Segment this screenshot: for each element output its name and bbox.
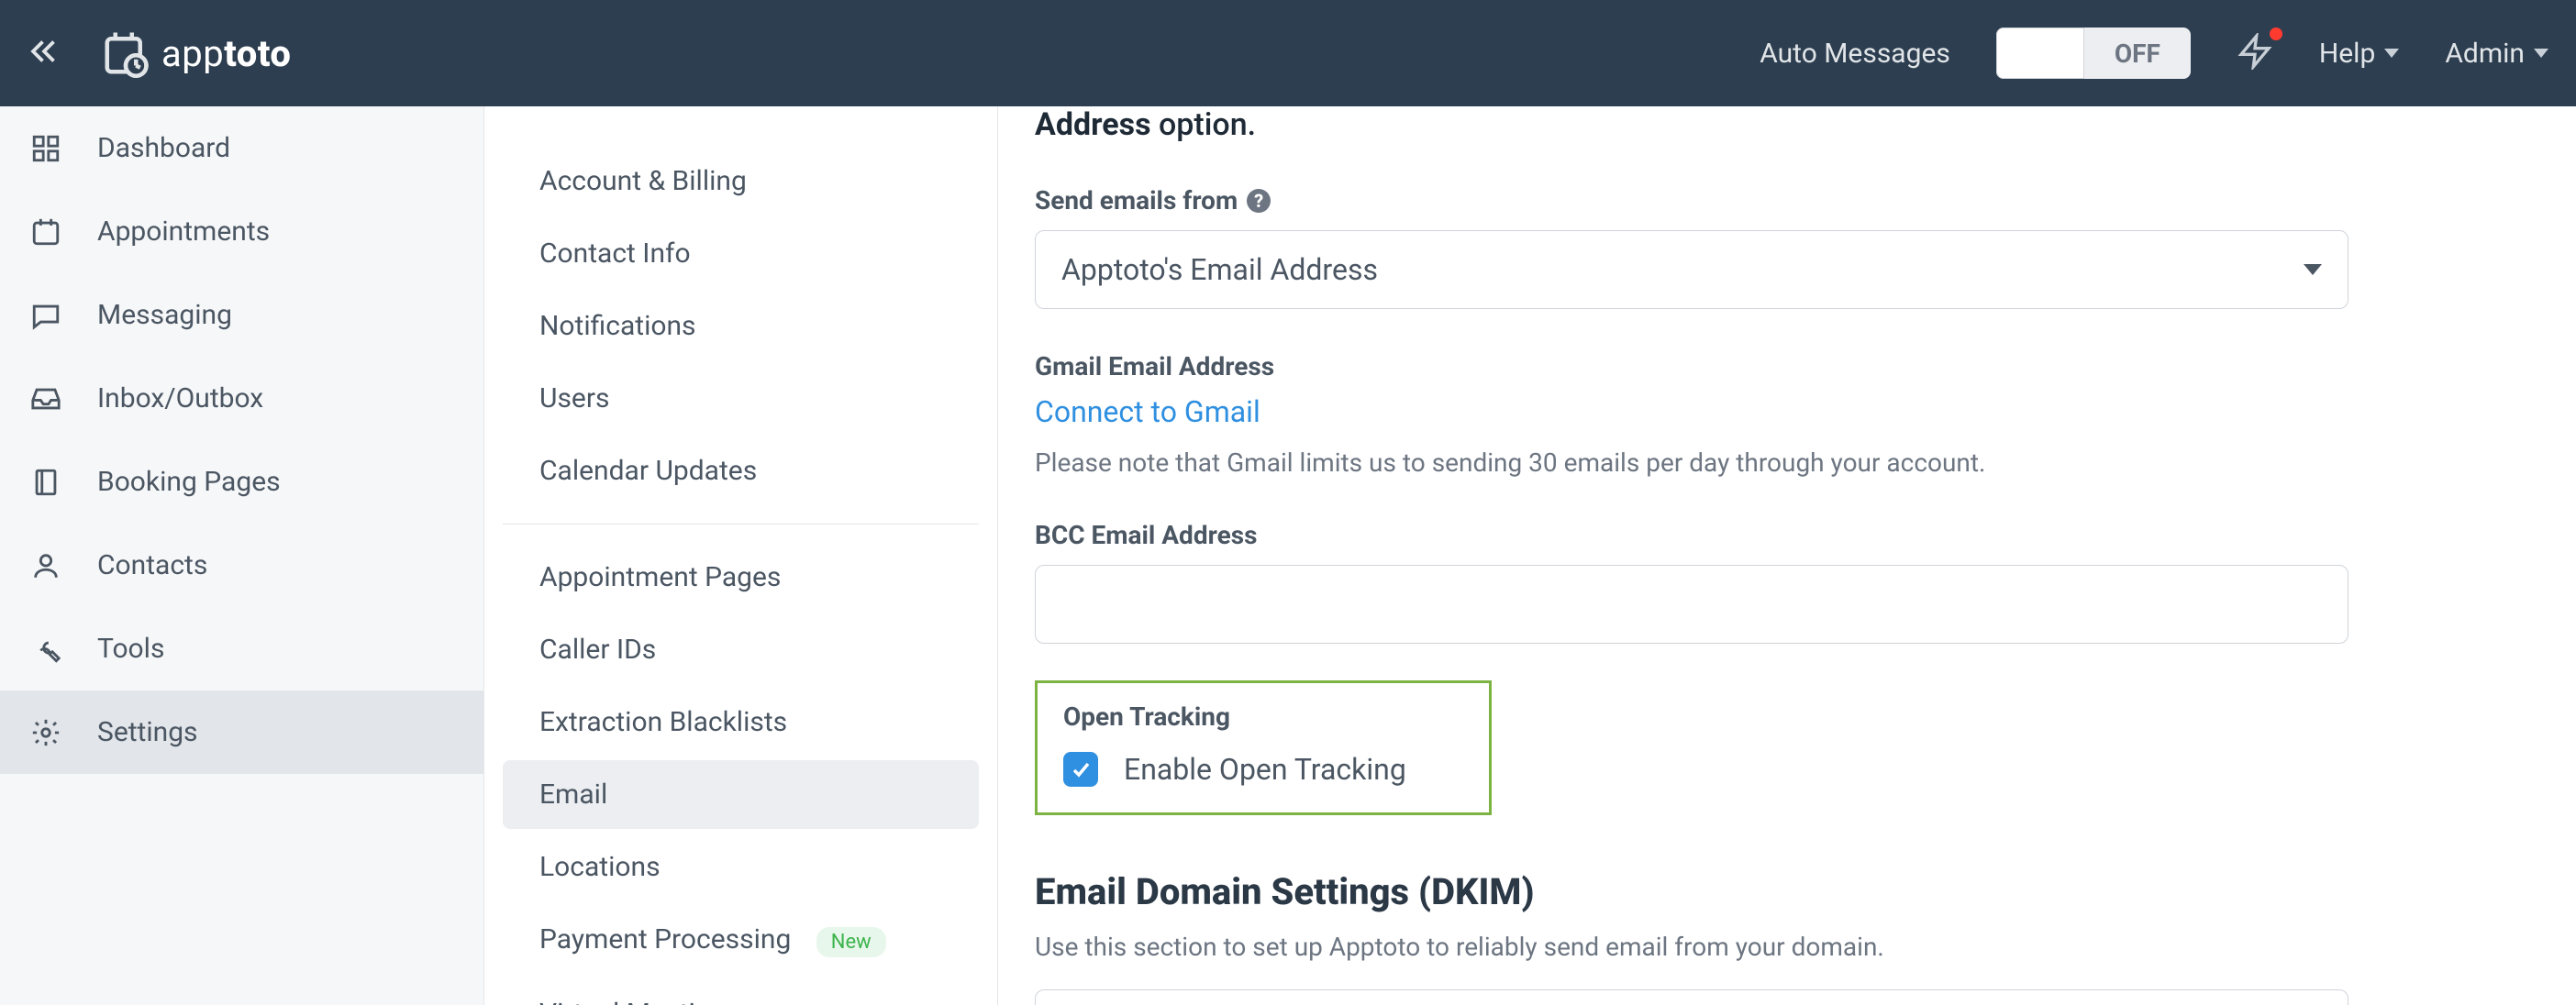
user-icon bbox=[28, 550, 64, 581]
message-icon bbox=[28, 300, 64, 331]
enable-open-tracking-checkbox[interactable] bbox=[1063, 752, 1098, 787]
bcc-email-label: BCC Email Address bbox=[1035, 520, 2539, 550]
sidebar-item-inbox-outbox[interactable]: Inbox/Outbox bbox=[0, 357, 483, 440]
gmail-address-label: Gmail Email Address bbox=[1035, 351, 2539, 381]
sidebar-item-tools[interactable]: Tools bbox=[0, 607, 483, 690]
connect-to-gmail-link[interactable]: Connect to Gmail bbox=[1035, 394, 1260, 429]
table-header-row: Domain State bbox=[1036, 990, 2348, 1005]
sidebar-item-label: Dashboard bbox=[97, 132, 230, 164]
toggle-off-label: OFF bbox=[2084, 39, 2191, 69]
select-value: Apptoto's Email Address bbox=[1061, 252, 1378, 287]
sidebar-item-appointments[interactable]: Appointments bbox=[0, 190, 483, 273]
sidebar-item-label: Booking Pages bbox=[97, 466, 281, 498]
subnav-virtual-meetings[interactable]: Virtual Meetings bbox=[503, 979, 979, 1005]
gmail-limit-note: Please note that Gmail limits us to send… bbox=[1035, 447, 2539, 478]
chevron-down-icon bbox=[2304, 264, 2322, 275]
subnav-caller-ids[interactable]: Caller IDs bbox=[503, 615, 979, 684]
caret-down-icon bbox=[2534, 49, 2548, 58]
notifications-bolt-button[interactable] bbox=[2237, 33, 2273, 73]
sidebar-item-booking-pages[interactable]: Booking Pages bbox=[0, 440, 483, 524]
dkim-note: Use this section to set up Apptoto to re… bbox=[1035, 932, 2539, 962]
new-badge: New bbox=[816, 927, 886, 957]
calendar-icon bbox=[28, 216, 64, 248]
grid-icon bbox=[28, 133, 64, 164]
subnav-appointment-pages[interactable]: Appointment Pages bbox=[503, 543, 979, 612]
caret-down-icon bbox=[2384, 49, 2399, 58]
notification-dot-icon bbox=[2270, 28, 2282, 40]
sidebar-item-label: Inbox/Outbox bbox=[97, 382, 263, 414]
sidebar-item-label: Messaging bbox=[97, 299, 232, 331]
subnav-divider bbox=[503, 524, 979, 525]
primary-sidebar: Dashboard Appointments Messaging Inbox/O… bbox=[0, 106, 484, 1005]
sidebar-item-label: Tools bbox=[97, 633, 164, 665]
sidebar-item-label: Appointments bbox=[97, 215, 270, 248]
admin-menu[interactable]: Admin bbox=[2445, 38, 2548, 70]
sidebar-item-label: Settings bbox=[97, 716, 198, 748]
book-icon bbox=[28, 467, 64, 498]
open-tracking-highlight-box: Open Tracking Enable Open Tracking bbox=[1035, 680, 1492, 815]
auto-messages-toggle[interactable]: OFF bbox=[1996, 28, 2191, 79]
subnav-locations[interactable]: Locations bbox=[503, 833, 979, 901]
help-icon[interactable]: ? bbox=[1247, 189, 1271, 213]
sidebar-item-contacts[interactable]: Contacts bbox=[0, 524, 483, 607]
calendar-clock-icon bbox=[101, 28, 150, 78]
inbox-icon bbox=[28, 383, 64, 414]
subnav-email[interactable]: Email bbox=[503, 760, 979, 829]
subnav-payment-processing[interactable]: Payment Processing New bbox=[503, 905, 979, 976]
main-content: Address option. Send emails from ? Appto… bbox=[998, 106, 2576, 1005]
subnav-contact-info[interactable]: Contact Info bbox=[503, 219, 979, 288]
truncated-previous-text: Address option. bbox=[1035, 106, 2539, 143]
subnav-notifications[interactable]: Notifications bbox=[503, 292, 979, 360]
domain-table: Domain State bbox=[1035, 989, 2348, 1005]
enable-open-tracking-label: Enable Open Tracking bbox=[1124, 752, 1406, 787]
toggle-knob bbox=[1996, 28, 2084, 79]
subnav-extraction-blacklists[interactable]: Extraction Blacklists bbox=[503, 688, 979, 757]
sidebar-item-messaging[interactable]: Messaging bbox=[0, 273, 483, 357]
send-emails-from-select[interactable]: Apptoto's Email Address bbox=[1035, 230, 2348, 309]
collapse-sidebar-button[interactable] bbox=[28, 35, 61, 72]
logo-text: apptoto bbox=[161, 32, 291, 75]
dkim-heading: Email Domain Settings (DKIM) bbox=[1035, 870, 2539, 913]
auto-messages-label: Auto Messages bbox=[1760, 38, 1950, 70]
subnav-users[interactable]: Users bbox=[503, 364, 979, 433]
settings-subnav: Account & Billing Contact Info Notificat… bbox=[484, 106, 998, 1005]
gear-icon bbox=[28, 717, 64, 748]
send-emails-from-label: Send emails from ? bbox=[1035, 185, 2539, 215]
bcc-email-input[interactable] bbox=[1035, 565, 2348, 644]
sidebar-item-label: Contacts bbox=[97, 549, 207, 581]
subnav-account-billing[interactable]: Account & Billing bbox=[503, 147, 979, 215]
wrench-icon bbox=[28, 634, 64, 665]
open-tracking-label: Open Tracking bbox=[1063, 701, 1463, 732]
top-header: apptoto Auto Messages OFF Help Admin bbox=[0, 0, 2576, 106]
help-menu[interactable]: Help bbox=[2319, 38, 2399, 70]
sidebar-item-dashboard[interactable]: Dashboard bbox=[0, 106, 483, 190]
logo[interactable]: apptoto bbox=[101, 28, 291, 78]
subnav-calendar-updates[interactable]: Calendar Updates bbox=[503, 436, 979, 505]
sidebar-item-settings[interactable]: Settings bbox=[0, 690, 483, 774]
